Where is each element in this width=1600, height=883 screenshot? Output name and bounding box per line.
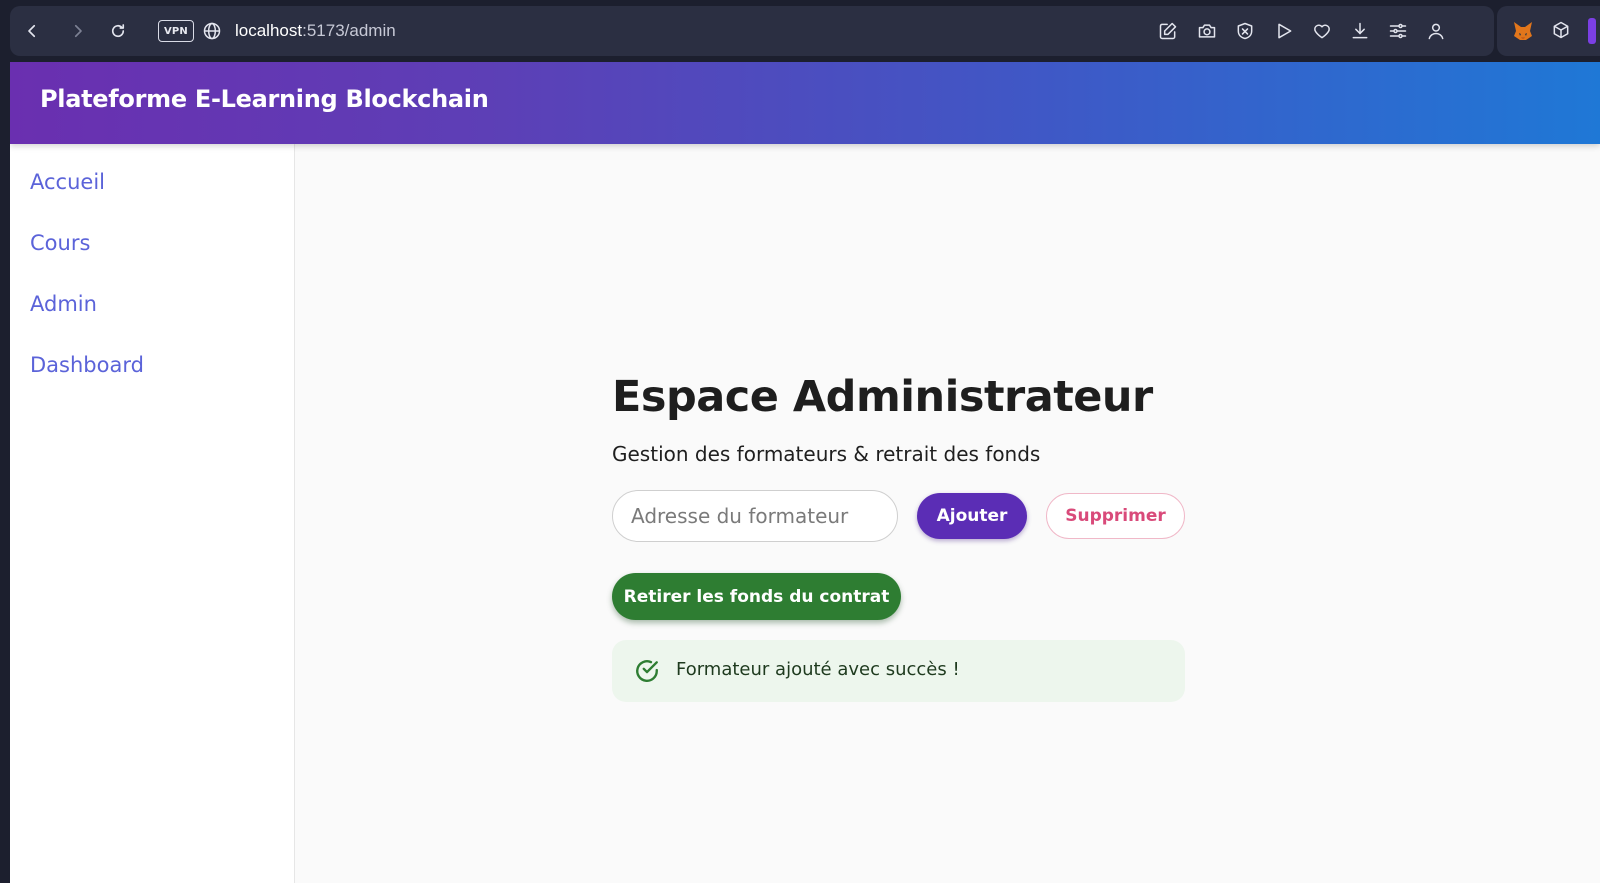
play-icon[interactable]	[1274, 21, 1294, 41]
sidebar-accent[interactable]	[1588, 18, 1596, 44]
sidebar-item-dashboard[interactable]: Dashboard	[30, 353, 144, 377]
heart-icon[interactable]	[1312, 21, 1332, 41]
reload-icon	[111, 24, 125, 38]
download-icon[interactable]	[1350, 21, 1370, 41]
camera-icon[interactable]	[1197, 21, 1217, 41]
back-button[interactable]	[20, 19, 44, 43]
sidebar-item-cours[interactable]: Cours	[30, 231, 90, 255]
add-button[interactable]: Ajouter	[917, 493, 1027, 539]
edit-icon[interactable]	[1158, 21, 1178, 41]
sliders-icon[interactable]	[1388, 21, 1408, 41]
sidebar: Accueil Cours Admin Dashboard	[10, 144, 295, 883]
address-bar[interactable]: localhost:5173/admin	[235, 19, 396, 43]
app-header: Plateforme E-Learning Blockchain	[10, 62, 1600, 144]
shield-icon[interactable]	[1235, 21, 1255, 41]
withdraw-funds-button[interactable]: Retirer les fonds du contrat	[612, 573, 901, 620]
cube-icon[interactable]	[1551, 20, 1571, 40]
browser-toolbar: VPN localhost:5173/admin	[10, 6, 1494, 56]
arrow-right-icon	[74, 24, 82, 38]
page-title: Espace Administrateur	[612, 372, 1153, 422]
remove-button[interactable]: Supprimer	[1046, 493, 1185, 539]
extensions-bar	[1497, 6, 1600, 56]
vpn-badge[interactable]: VPN	[158, 20, 194, 42]
alert-message: Formateur ajouté avec succès !	[676, 659, 960, 680]
app-title: Plateforme E-Learning Blockchain	[40, 85, 489, 113]
app-viewport: Plateforme E-Learning Blockchain Accueil…	[10, 62, 1600, 883]
reload-button[interactable]	[106, 19, 130, 43]
trainer-address-input[interactable]	[612, 490, 898, 542]
sidebar-item-accueil[interactable]: Accueil	[30, 170, 105, 194]
metamask-fox-icon[interactable]	[1511, 19, 1535, 43]
page-subtitle: Gestion des formateurs & retrait des fon…	[612, 442, 1041, 466]
url-path: :5173/admin	[302, 21, 396, 40]
forward-button[interactable]	[66, 19, 90, 43]
main-content: Espace Administrateur Gestion des format…	[295, 144, 1600, 883]
url-host: localhost	[235, 21, 303, 40]
success-alert: Formateur ajouté avec succès !	[612, 640, 1185, 702]
globe-icon	[203, 22, 221, 40]
check-circle-icon	[636, 660, 658, 682]
account-icon[interactable]	[1426, 21, 1446, 41]
sidebar-item-admin[interactable]: Admin	[30, 292, 97, 316]
arrow-left-icon	[28, 24, 36, 38]
